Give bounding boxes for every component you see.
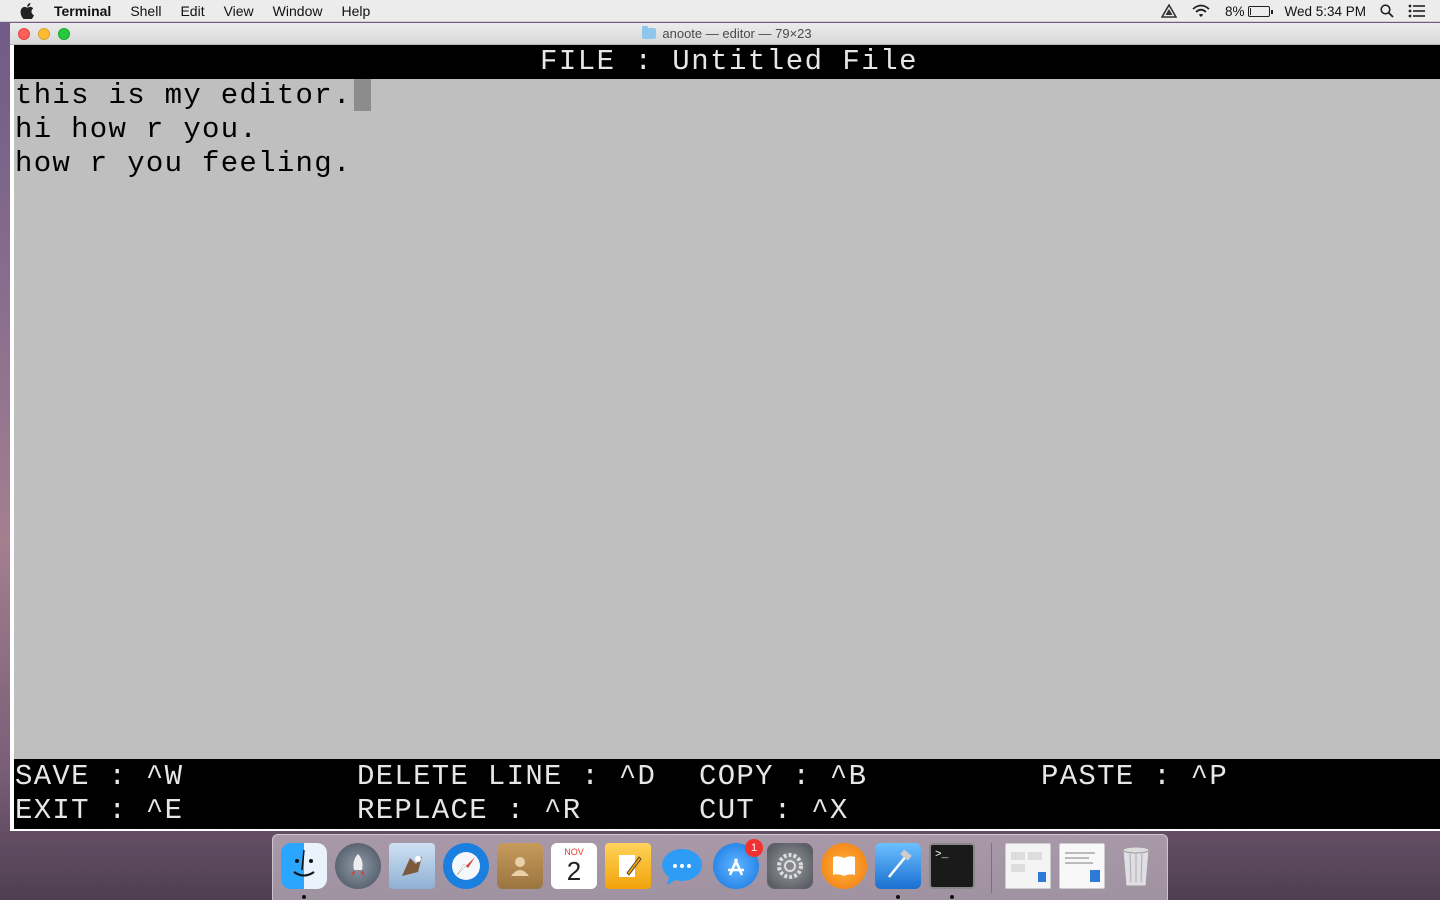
mail-icon[interactable] <box>389 843 435 889</box>
folder-icon <box>642 26 657 39</box>
trash-icon[interactable] <box>1113 843 1159 889</box>
downloads-stack-icon[interactable] <box>1005 843 1051 889</box>
editor-line: this is my editor. <box>15 79 371 113</box>
minimize-button[interactable] <box>38 28 50 40</box>
shortcut-delete-line: DELETE LINE : ^D <box>357 760 657 793</box>
notification-center-icon[interactable] <box>1408 4 1426 18</box>
window-titlebar[interactable]: anoote — editor — 79×23 <box>10 23 1440 45</box>
shortcut-paste: PASTE : ^P <box>1041 760 1229 793</box>
battery-icon <box>1248 5 1274 17</box>
close-button[interactable] <box>18 28 30 40</box>
finder-running-indicator <box>302 895 306 899</box>
editor-line-text: this is my editor. <box>15 79 352 112</box>
documents-stack-icon[interactable] <box>1059 843 1105 889</box>
xcode-running-indicator <box>896 895 900 899</box>
menu-help[interactable]: Help <box>341 3 370 19</box>
clock[interactable]: Wed 5:34 PM <box>1284 4 1366 19</box>
apple-menu-icon[interactable] <box>20 2 40 19</box>
editor-line: how r you feeling. <box>15 147 352 180</box>
ibooks-icon[interactable] <box>821 843 867 889</box>
terminal-window: anoote — editor — 79×23 FILE : Untitled … <box>10 23 1440 831</box>
terminal-prompt-glyph: >_ <box>935 849 949 861</box>
spotlight-search-icon[interactable] <box>1380 4 1394 18</box>
pages-icon[interactable] <box>605 843 651 889</box>
shortcut-copy: COPY : ^B <box>699 760 868 793</box>
terminal-icon[interactable]: >_ <box>929 843 975 889</box>
calendar-icon[interactable]: NOV 2 <box>551 843 597 889</box>
window-title: anoote — editor — 79×23 <box>662 26 812 41</box>
editor-header: FILE : Untitled File <box>14 45 1440 79</box>
finder-icon[interactable] <box>281 843 327 889</box>
app-store-badge: 1 <box>745 839 763 857</box>
app-store-icon[interactable]: 1 <box>713 839 763 889</box>
menu-view[interactable]: View <box>224 3 254 19</box>
terminal-running-indicator <box>950 895 954 899</box>
battery-level-fill <box>1250 7 1252 15</box>
menu-shell[interactable]: Shell <box>130 3 161 19</box>
system-preferences-icon[interactable] <box>767 843 813 889</box>
messages-icon[interactable] <box>659 843 705 889</box>
text-cursor <box>353 79 371 111</box>
battery-indicator[interactable]: 8% <box>1224 3 1274 19</box>
menu-window[interactable]: Window <box>273 3 323 19</box>
wifi-icon[interactable] <box>1191 4 1211 18</box>
battery-percent: 8% <box>1224 3 1245 19</box>
shortcut-cut: CUT : ^X <box>699 794 849 827</box>
launchpad-icon[interactable] <box>335 843 381 889</box>
menu-app-name[interactable]: Terminal <box>54 3 111 19</box>
dock-separator <box>991 843 992 893</box>
menu-bar: Terminal Shell Edit View Window Help 8% … <box>0 0 1440 22</box>
editor-text-area[interactable]: this is my editor. hi how r you. how r y… <box>14 79 1440 759</box>
shortcut-replace: REPLACE : ^R <box>357 794 582 827</box>
shortcut-bar: SAVE : ^W DELETE LINE : ^D COPY : ^B PAS… <box>14 759 1440 829</box>
terminal-content[interactable]: FILE : Untitled File this is my editor. … <box>14 45 1440 829</box>
calendar-day: 2 <box>566 856 582 886</box>
drive-icon[interactable] <box>1160 4 1177 18</box>
shortcut-exit: EXIT : ^E <box>15 794 184 827</box>
dock: NOV 2 1 >_ <box>272 834 1168 900</box>
window-controls <box>18 28 70 40</box>
status-area: 8% Wed 5:34 PM <box>1160 0 1440 22</box>
menu-edit[interactable]: Edit <box>180 3 204 19</box>
zoom-button[interactable] <box>58 28 70 40</box>
shortcut-save: SAVE : ^W <box>15 760 184 793</box>
safari-icon[interactable] <box>443 843 489 889</box>
contacts-icon[interactable] <box>497 843 543 889</box>
editor-line: hi how r you. <box>15 113 259 146</box>
xcode-icon[interactable] <box>875 843 921 889</box>
